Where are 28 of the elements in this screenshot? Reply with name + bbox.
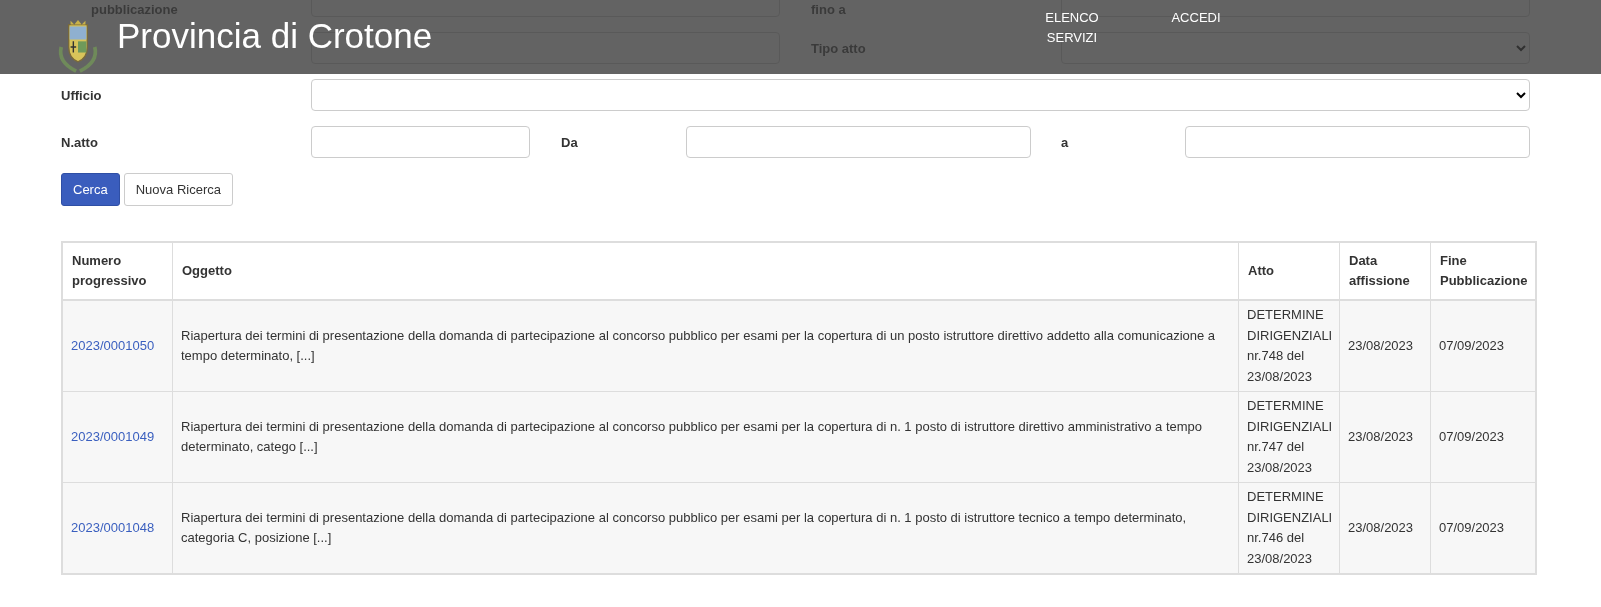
table-cell: DETERMINE DIRIGENZIALI nr.747 del 23/08/2023 — [1238, 391, 1340, 483]
input-field[interactable] — [311, 126, 530, 158]
table-cell: Riapertura dei termini di presentazione della domanda di partecipazione al concorso pubblico per esami per la copertura di n. 1 posto di istruttore tecnico a tempo determinato, categoria C, posizione [...] — [172, 482, 1239, 574]
nav-link[interactable]: ACCEDI — [1154, 8, 1238, 48]
table-cell: 23/08/2023 — [1339, 482, 1431, 574]
record-link[interactable]: 2023/0001049 — [71, 428, 155, 444]
select-field[interactable] — [311, 79, 1530, 111]
record-link[interactable]: 2023/0001048 — [71, 519, 155, 535]
field-label: a — [1060, 134, 1070, 150]
input-field[interactable] — [686, 126, 1031, 158]
table-cell: 07/09/2023 — [1430, 300, 1536, 392]
nav-link[interactable]: ELENCO SERVIZI — [1030, 8, 1114, 48]
table-cell: DETERMINE DIRIGENZIALI nr.746 del 23/08/2023 — [1238, 482, 1340, 574]
field-label: N.atto — [61, 134, 99, 150]
search-button[interactable]: Cerca — [61, 173, 120, 206]
site-title: Provincia di Crotone — [117, 16, 433, 56]
table-cell: Riapertura dei termini di presentazione della domanda di partecipazione al concorso pubblico per esami per la copertura di un posto istruttore direttivo addetto alla comunicazione a tempo determinato, [...] — [172, 300, 1239, 392]
table-cell: 23/08/2023 — [1339, 391, 1431, 483]
field-label: Ufficio — [61, 87, 103, 103]
table-cell: Riapertura dei termini di presentazione della domanda di partecipazione al concorso pubblico per esami per la copertura di n. 1 posto di istruttore direttivo amministrativo a tempo determinato, catego [...] — [172, 391, 1239, 483]
table-cell: 07/09/2023 — [1430, 482, 1536, 574]
reset-button[interactable]: Nuova Ricerca — [123, 173, 233, 206]
record-link[interactable]: 2023/0001050 — [71, 337, 155, 353]
table-cell: 23/08/2023 — [1339, 300, 1431, 392]
field-label: Da — [560, 134, 579, 150]
table-cell: DETERMINE DIRIGENZIALI nr.748 del 23/08/2023 — [1238, 300, 1340, 392]
table-cell: 07/09/2023 — [1430, 391, 1536, 483]
input-field[interactable] — [1185, 126, 1530, 158]
